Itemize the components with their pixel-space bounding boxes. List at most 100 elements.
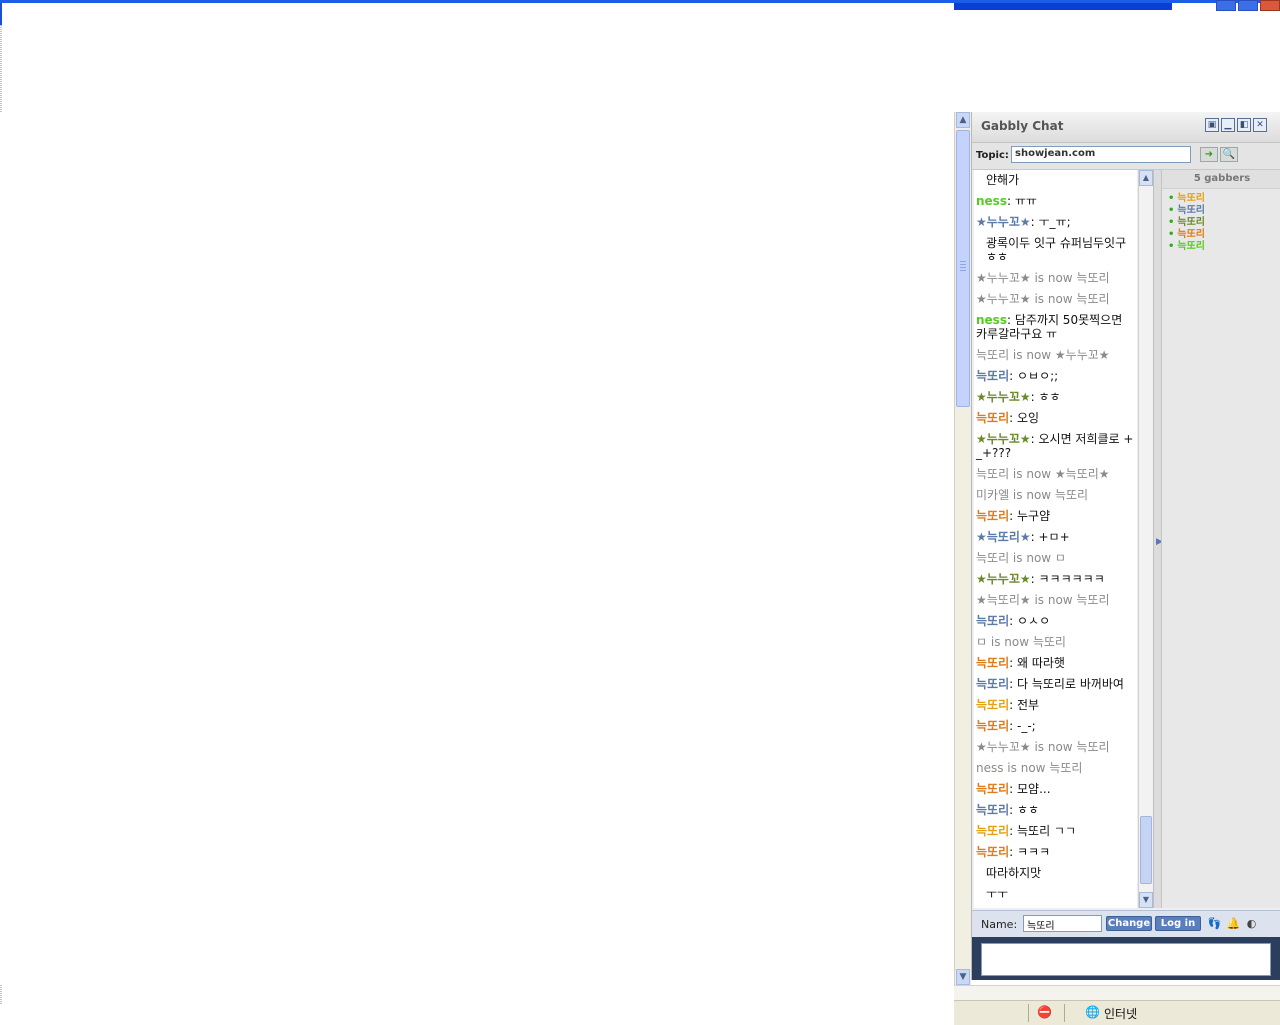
arrow-right-icon[interactable]: ➜ bbox=[1200, 147, 1218, 162]
topic-bar: Topic: showjean.com ➜ 🔍 bbox=[972, 143, 1280, 170]
message-nick[interactable]: 늑또리 bbox=[976, 698, 1009, 712]
message-nick[interactable]: 늑또리 bbox=[976, 719, 1009, 733]
message-nick[interactable]: ★누누꼬★ bbox=[976, 572, 1031, 586]
message-separator: : bbox=[1009, 614, 1017, 628]
user-list-item[interactable]: • 늑또리 bbox=[1168, 217, 1280, 229]
message-separator: : bbox=[1009, 656, 1017, 670]
message-separator: : bbox=[1009, 411, 1017, 425]
message-nick[interactable]: 늑또리 bbox=[976, 803, 1009, 817]
message-nick[interactable]: 늑또리 bbox=[976, 411, 1009, 425]
name-input[interactable]: 늑또리 bbox=[1023, 915, 1102, 932]
message-nick[interactable]: 늑또리 bbox=[976, 782, 1009, 796]
message-nick[interactable]: ness bbox=[976, 313, 1007, 327]
message-text: ㅠㅠ bbox=[1014, 194, 1037, 208]
message-text: 미카엘 is now 늑또리 bbox=[976, 488, 1089, 502]
message-nick[interactable]: ★누누꼬★ bbox=[976, 390, 1031, 404]
browser-status-bar: ⛔ 🌐 인터넷 bbox=[954, 1000, 1280, 1025]
message-text: 광록이두 잇구 슈퍼님두잇구 ㅎㅎ bbox=[986, 236, 1127, 264]
message-text: ★누누꼬★ is now 늑또리 bbox=[976, 271, 1110, 285]
message-nick[interactable]: 늑또리 bbox=[976, 656, 1009, 670]
status-dot-icon: • bbox=[1168, 193, 1175, 204]
message-input-area bbox=[972, 937, 1280, 980]
message-nick[interactable]: 늑또리 bbox=[976, 677, 1009, 691]
popup-blocked-icon[interactable]: ⛔ bbox=[1037, 1005, 1052, 1019]
message-text: ㅇㅅㅇ bbox=[1016, 614, 1051, 628]
message-text: 오잉 bbox=[1016, 411, 1040, 425]
message-nick[interactable]: ★누누꼬★ bbox=[976, 215, 1031, 229]
bell-icon[interactable]: 🔔 bbox=[1226, 916, 1241, 931]
message-separator: : bbox=[1009, 782, 1017, 796]
status-dot-icon: • bbox=[1168, 217, 1175, 228]
message-nick[interactable]: 늑또리 bbox=[976, 509, 1009, 523]
scroll-down-arrow-icon[interactable]: ▼ bbox=[956, 969, 970, 985]
page-scrollbar[interactable]: ▲ ▼ bbox=[954, 112, 971, 985]
name-label: Name: bbox=[981, 918, 1018, 931]
user-list-item[interactable]: • 늑또리 bbox=[1168, 229, 1280, 241]
message-nick[interactable]: 늑또리 bbox=[976, 845, 1009, 859]
message-separator: : bbox=[1009, 803, 1017, 817]
system-message: 늑또리 is now ★늑또리★ bbox=[974, 464, 1137, 485]
window-edge bbox=[0, 985, 2, 1005]
message-separator: : bbox=[1009, 719, 1017, 733]
message-separator: : bbox=[1006, 194, 1015, 208]
user-name: 늑또리 bbox=[1177, 217, 1206, 228]
chat-message: 늑또리: 오잉 bbox=[974, 408, 1137, 429]
message-nick[interactable]: 늑또리 bbox=[976, 614, 1009, 628]
user-list-panel: 5 gabbers • 늑또리 • 늑또리 • 늑또리 • 늑또리 • 늑또리 bbox=[1161, 170, 1280, 908]
close-icon[interactable]: ✕ bbox=[1253, 118, 1267, 132]
status-dot-icon: • bbox=[1168, 205, 1175, 216]
user-list-item[interactable]: • 늑또리 bbox=[1168, 205, 1280, 217]
chat-message: 얀해가 bbox=[974, 170, 1137, 191]
message-text: 다 늑또리로 바꺼바여 bbox=[1016, 677, 1124, 691]
chat-message: 늑또리: 왜 따라햇 bbox=[974, 653, 1137, 674]
user-name: 늑또리 bbox=[1177, 193, 1206, 204]
chat-message: 늑또리: ㅋㅋㅋ bbox=[974, 842, 1137, 863]
message-input[interactable] bbox=[981, 943, 1271, 976]
message-separator: : bbox=[1009, 845, 1017, 859]
sidebar-toggle-icon[interactable]: ◧ bbox=[1237, 118, 1251, 132]
message-nick[interactable]: 늑또리 bbox=[976, 369, 1009, 383]
eraser-icon[interactable]: ◐ bbox=[1244, 916, 1259, 931]
chat-message: ★늑또리★: +ㅁ+ bbox=[974, 527, 1137, 548]
change-button[interactable]: Change bbox=[1106, 916, 1152, 931]
chat-title: Gabbly Chat bbox=[981, 119, 1064, 133]
scroll-up-arrow-icon[interactable]: ▲ bbox=[956, 112, 970, 128]
minimize-icon[interactable]: ▁ bbox=[1221, 118, 1235, 132]
user-name: 늑또리 bbox=[1177, 229, 1206, 240]
message-scrollbar[interactable]: ▲ ▼ bbox=[1138, 170, 1153, 908]
message-text: ㅎㅎ bbox=[1016, 803, 1040, 817]
search-icon[interactable]: 🔍 bbox=[1220, 147, 1238, 162]
message-separator: : bbox=[1030, 432, 1039, 446]
minimize-icon[interactable] bbox=[1216, 0, 1236, 11]
message-nick[interactable]: ★누누꼬★ bbox=[976, 432, 1031, 446]
system-message: ★누누꼬★ is now 늑또리 bbox=[974, 289, 1137, 310]
system-message: 미카엘 is now 늑또리 bbox=[974, 485, 1137, 506]
topic-label: Topic: bbox=[976, 150, 1009, 161]
message-nick[interactable]: ness bbox=[976, 194, 1007, 208]
chat-message: 늑또리: 늑또리 ㄱㄱ bbox=[974, 821, 1137, 842]
message-text: ★누누꼬★ is now 늑또리 bbox=[976, 292, 1110, 306]
message-nick[interactable]: ★늑또리★ bbox=[976, 530, 1031, 544]
system-message: ★누누꼬★ is now 늑또리 bbox=[974, 268, 1137, 289]
message-text: ㅜ_ㅠ; bbox=[1038, 215, 1071, 229]
system-message: ness is now 늑또리 bbox=[974, 758, 1137, 779]
message-text: 모얌... bbox=[1016, 782, 1051, 796]
user-list: • 늑또리 • 늑또리 • 늑또리 • 늑또리 • 늑또리 bbox=[1162, 189, 1280, 253]
login-button[interactable]: Log in bbox=[1155, 916, 1201, 931]
scroll-thumb[interactable] bbox=[956, 130, 970, 407]
footprints-icon[interactable]: 👣 bbox=[1207, 916, 1222, 931]
message-separator: : bbox=[1009, 509, 1017, 523]
maximize-icon[interactable] bbox=[1238, 0, 1258, 11]
popout-icon[interactable]: ▣ bbox=[1205, 118, 1219, 132]
scroll-up-arrow-icon[interactable]: ▲ bbox=[1139, 170, 1153, 186]
scroll-thumb[interactable] bbox=[1140, 816, 1152, 884]
user-list-item[interactable]: • 늑또리 bbox=[1168, 241, 1280, 253]
message-nick[interactable]: 늑또리 bbox=[976, 824, 1009, 838]
system-message: ★누누꼬★ is now 늑또리 bbox=[974, 737, 1137, 758]
user-list-item[interactable]: • 늑또리 bbox=[1168, 193, 1280, 205]
topic-input[interactable]: showjean.com bbox=[1011, 146, 1191, 163]
page-bottom-strip bbox=[954, 985, 1280, 1001]
close-icon[interactable] bbox=[1260, 0, 1280, 11]
scroll-down-arrow-icon[interactable]: ▼ bbox=[1139, 892, 1153, 908]
message-separator: : bbox=[1030, 215, 1039, 229]
